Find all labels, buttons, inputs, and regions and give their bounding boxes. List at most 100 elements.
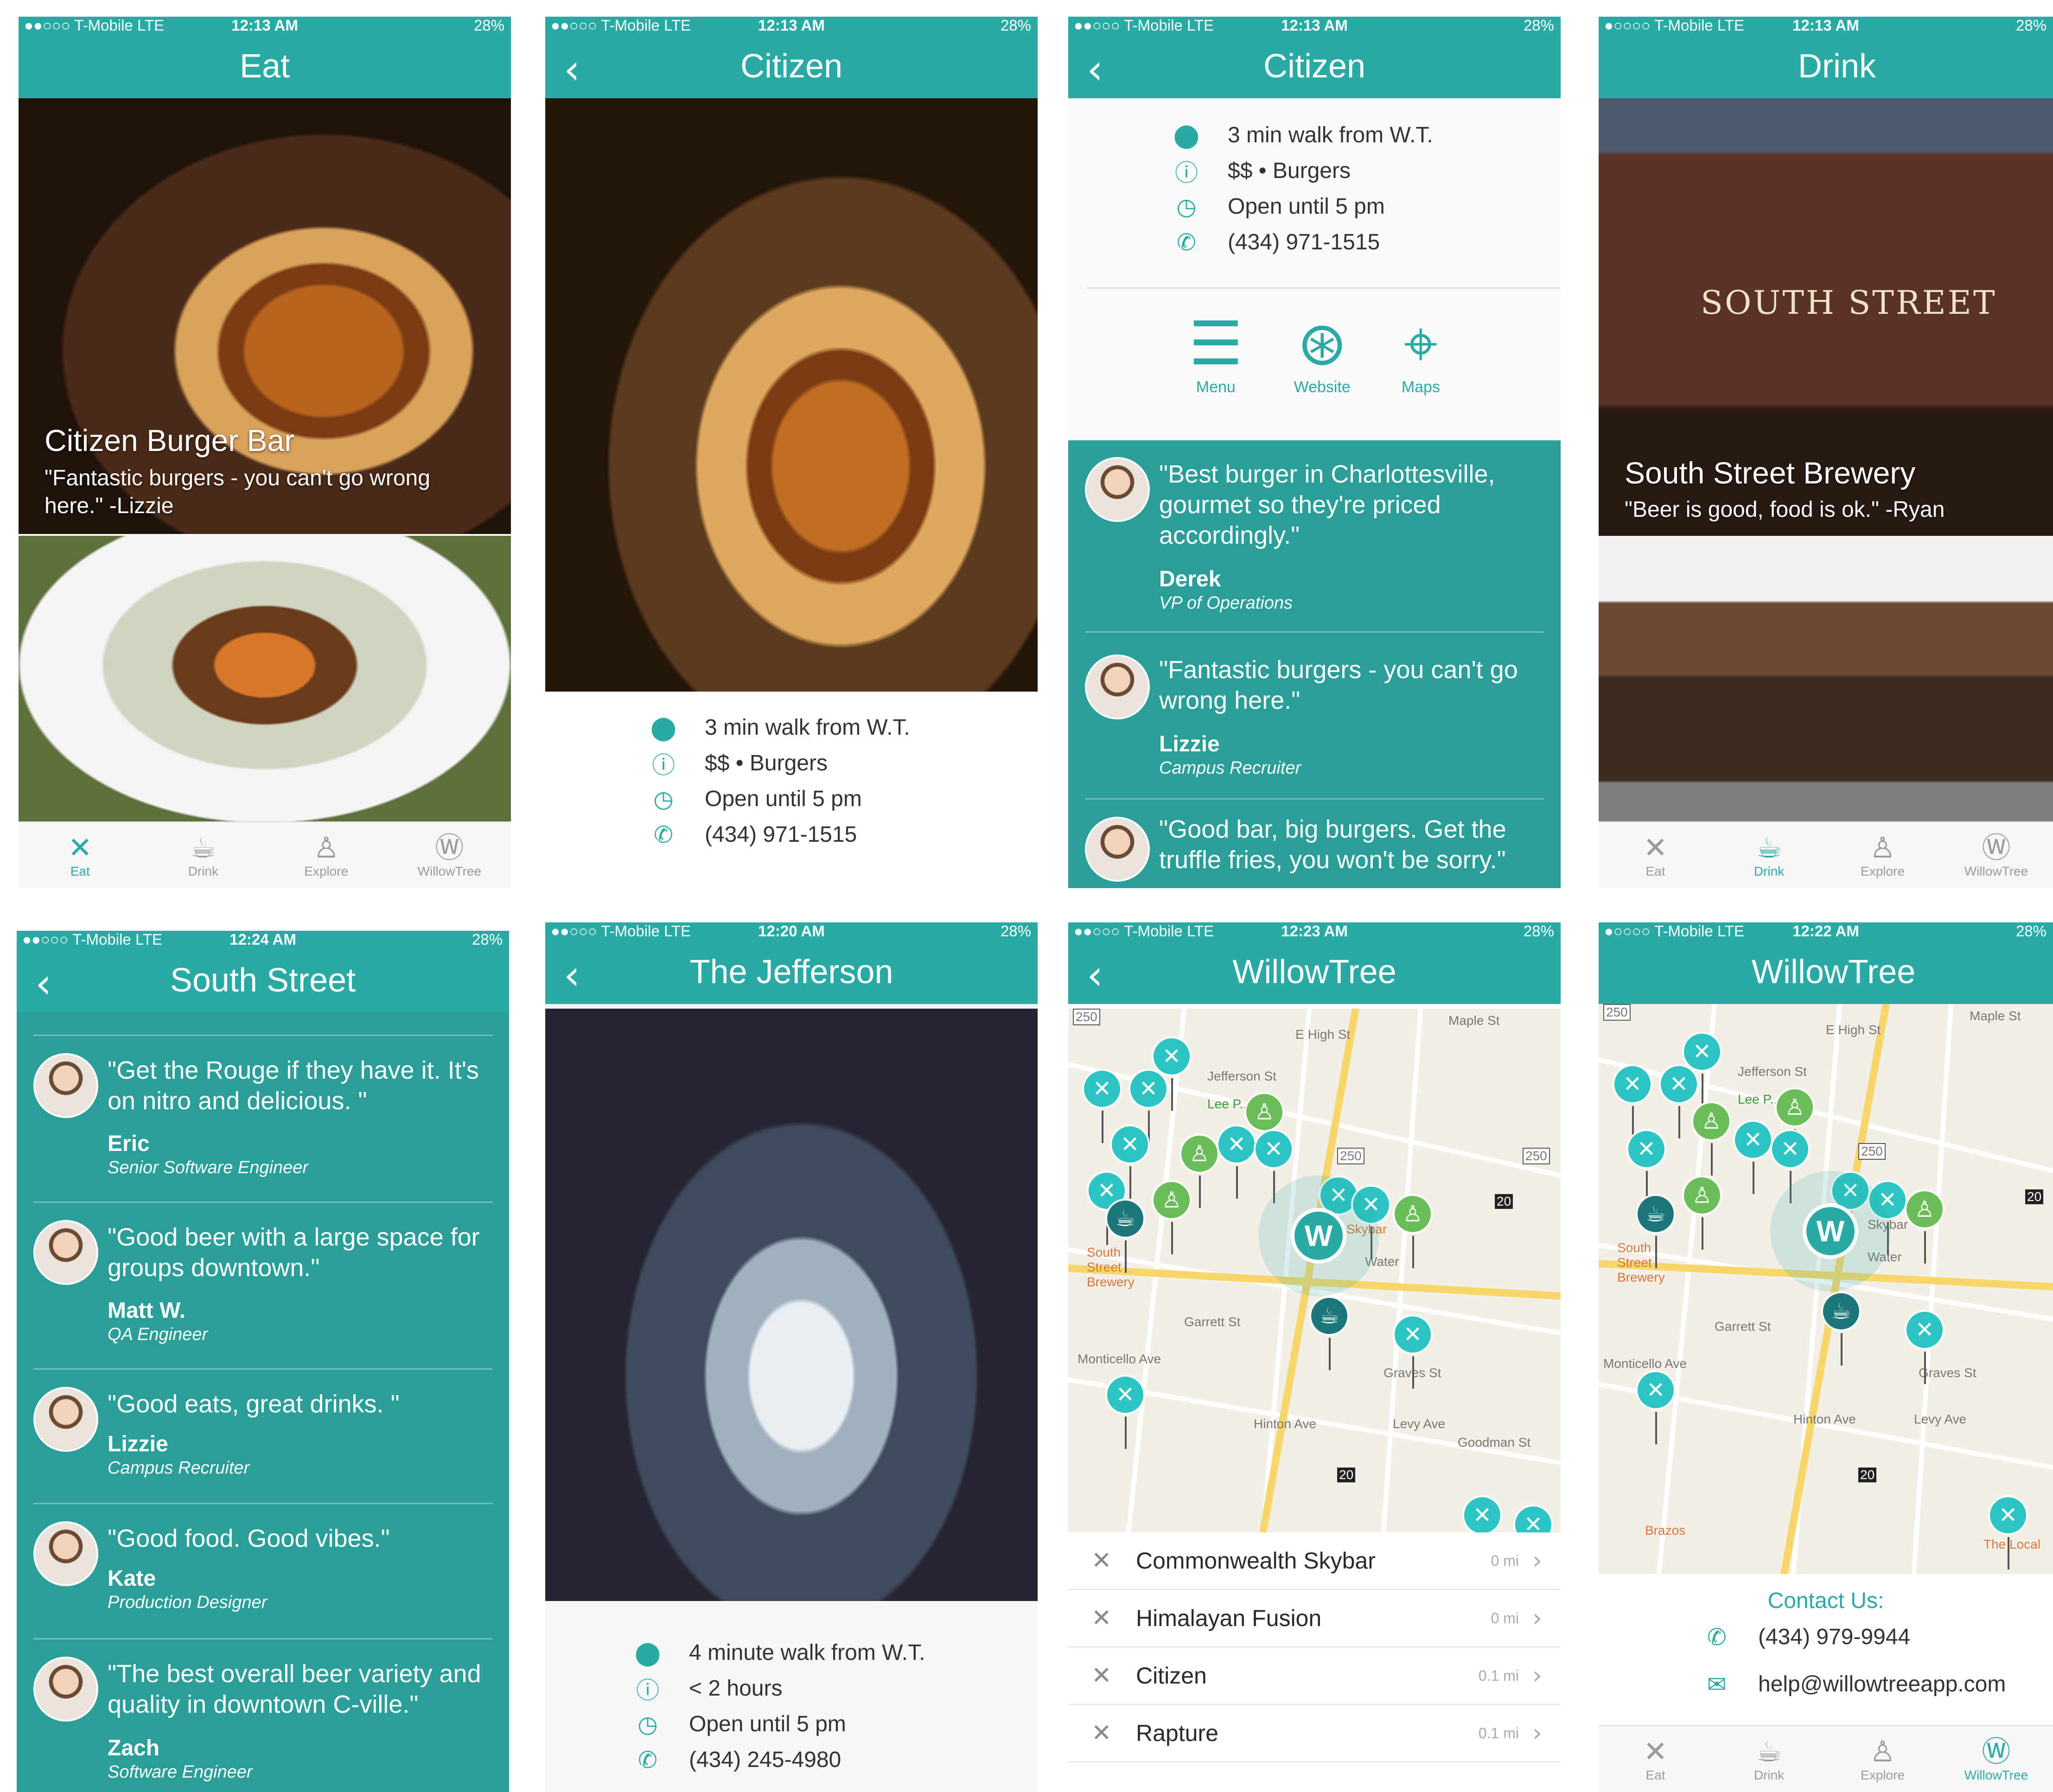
street-label: E High St <box>1295 1027 1351 1042</box>
tab-drink[interactable]: ☕ Drink <box>142 822 265 888</box>
tab-eat[interactable]: ✕ Eat <box>1599 1726 1712 1792</box>
page-title: WillowTree <box>1752 953 1916 991</box>
reviewer-name: Matt W. <box>108 1298 185 1323</box>
restaurant-pin[interactable]: ✕ <box>1988 1495 2028 1570</box>
contact-phone-row[interactable]: ✆ (434) 979-9944 <box>1705 1624 1910 1651</box>
reviews-list[interactable]: "Get the Rouge if they have it. It's on … <box>17 1012 509 1792</box>
restaurant-pin[interactable]: ✕ <box>1636 1370 1676 1444</box>
drink-pin[interactable]: ☕ <box>1309 1296 1349 1370</box>
brewery-photo[interactable]: SOUTH STREET South Street Brewery "Beer … <box>1599 98 2053 536</box>
restaurant-pin[interactable]: ✕ <box>1868 1180 1907 1254</box>
menu-button[interactable]: ☰ Menu <box>1189 309 1243 396</box>
willowtree-location-badge[interactable]: W <box>1803 1203 1858 1259</box>
restaurant-pin[interactable]: ✕ <box>1733 1120 1773 1194</box>
phone-number[interactable]: (434) 971-1515 <box>705 822 857 847</box>
restaurant-pin[interactable]: ✕ <box>1217 1125 1256 1199</box>
place-list-item[interactable]: ✕ Commonwealth Skybar 0 mi › <box>1068 1532 1561 1590</box>
website-button[interactable]: ⊛ Website <box>1294 309 1351 396</box>
restaurant-pin[interactable]: ✕ <box>1129 1069 1168 1143</box>
restaurant-pin[interactable]: ✕ <box>1105 1375 1145 1449</box>
explore-pin[interactable]: ♙ <box>1691 1101 1731 1176</box>
willowtree-logo-icon: Ⓦ <box>435 831 464 864</box>
route-shield: 250 <box>1603 1004 1631 1021</box>
map-view[interactable]: E High St Jefferson St Garrett St Montic… <box>1599 1004 2053 1574</box>
phone-row[interactable]: ✆ (434) 971-1515 <box>1175 229 1380 256</box>
explore-pin[interactable]: ♙ <box>1180 1134 1219 1208</box>
review-quote: "Best burger in Charlottesville, gourmet… <box>1159 460 1495 549</box>
reviewer-name: Kate <box>108 1566 156 1591</box>
tab-eat[interactable]: ✕ Eat <box>19 822 142 888</box>
back-chevron-icon[interactable]: ‹ <box>35 960 51 1007</box>
map-view[interactable]: E High St Jefferson St Garrett St Montic… <box>1068 1009 1561 1532</box>
street-label: Maple St <box>1970 1009 2021 1023</box>
tab-willowtree[interactable]: Ⓦ WillowTree <box>388 822 511 888</box>
tab-explore[interactable]: ♙ Explore <box>1826 1726 1939 1792</box>
restaurant-pin[interactable]: ✕ <box>1626 1129 1666 1203</box>
restaurant-pin[interactable]: ✕ <box>1659 1064 1699 1138</box>
drink-pin[interactable]: ☕ <box>1105 1199 1145 1273</box>
place-list-item[interactable]: ✕ Citizen 0.1 mi › <box>1068 1647 1561 1705</box>
restaurant-pin[interactable]: ✕ <box>1393 1315 1433 1389</box>
maps-button[interactable]: ⌖ Maps <box>1402 309 1440 396</box>
nav-bar: WillowTree <box>1599 940 2053 1004</box>
tab-label: Eat <box>1645 864 1665 878</box>
contact-email[interactable]: help@willowtreeapp.com <box>1758 1671 2006 1697</box>
explore-pin[interactable]: ♙ <box>1152 1180 1192 1254</box>
tab-willowtree[interactable]: Ⓦ WillowTree <box>1939 822 2053 888</box>
explore-pin[interactable]: ♙ <box>1244 1092 1284 1166</box>
back-chevron-icon[interactable]: ‹ <box>564 951 580 999</box>
restaurant-pin[interactable]: ✕ <box>1462 1495 1502 1532</box>
place-list-item[interactable]: ✕ Himalayan Fusion 0 mi › <box>1068 1590 1561 1647</box>
drink-pin[interactable]: ☕ <box>1636 1194 1676 1268</box>
place-list-item[interactable]: ✕ Rapture 0.1 mi › <box>1068 1705 1561 1762</box>
divider <box>33 1035 492 1036</box>
page-title: Eat <box>239 48 290 85</box>
contact-phone[interactable]: (434) 979-9944 <box>1758 1624 1910 1650</box>
tab-drink[interactable]: ☕ Drink <box>1712 1726 1826 1792</box>
tab-drink[interactable]: ☕ Drink <box>1712 822 1826 888</box>
restaurant-pin[interactable]: ✕ <box>1682 1032 1722 1106</box>
phone-number[interactable]: (434) 245-4980 <box>689 1747 841 1773</box>
restaurant-pin[interactable]: ✕ <box>1110 1125 1150 1199</box>
tab-label: Drink <box>1753 1768 1785 1782</box>
clock-icon: ◷ <box>653 785 674 813</box>
back-chevron-icon[interactable]: ‹ <box>564 45 580 93</box>
poi-label: South Street Brewery <box>1087 1245 1135 1289</box>
restaurant-pin[interactable]: ✕ <box>1254 1129 1294 1203</box>
battery-label: 28% <box>1523 17 1554 34</box>
tab-willowtree[interactable]: Ⓦ WillowTree <box>1939 1726 2053 1792</box>
tab-explore[interactable]: ♙ Explore <box>265 822 388 888</box>
contact-email-row[interactable]: ✉ help@willowtreeapp.com <box>1705 1671 2006 1698</box>
restaurant-pin[interactable]: ✕ <box>1613 1064 1652 1138</box>
explore-pin[interactable]: ♙ <box>1682 1176 1722 1250</box>
tab-explore[interactable]: ♙ Explore <box>1826 822 1939 888</box>
restaurant-pin[interactable]: ✕ <box>1905 1310 1945 1384</box>
place-name: Commonwealth Skybar <box>1136 1548 1376 1574</box>
restaurant-pin[interactable]: ✕ <box>1082 1069 1122 1143</box>
restaurant-pin[interactable]: ✕ <box>1351 1185 1391 1259</box>
back-chevron-icon[interactable]: ‹ <box>1087 951 1103 999</box>
phone-row[interactable]: ✆ (434) 245-4980 <box>636 1747 841 1773</box>
phone-row[interactable]: ✆ (434) 971-1515 <box>652 821 857 848</box>
avatar <box>33 1053 98 1118</box>
restaurant-pin[interactable]: ✕ <box>1770 1129 1810 1203</box>
building-photo[interactable] <box>1599 538 2053 823</box>
reviews-list[interactable]: "Best burger in Charlottesville, gourmet… <box>1068 440 1561 888</box>
explore-pin[interactable]: ♙ <box>1775 1087 1815 1162</box>
page-title: Drink <box>1798 48 1876 85</box>
phone-icon: ✆ <box>638 1746 657 1773</box>
explore-pin[interactable]: ♙ <box>1905 1189 1945 1264</box>
nav-bar: Eat <box>19 34 511 98</box>
clock-icon: ◷ <box>1176 193 1197 220</box>
burger-photo[interactable]: Citizen Burger Bar "Fantastic burgers - … <box>19 98 511 534</box>
back-chevron-icon[interactable]: ‹ <box>1087 45 1103 93</box>
route-shield: 250 <box>1073 1009 1100 1025</box>
willowtree-location-badge[interactable]: W <box>1291 1208 1346 1264</box>
hours-row: ◷ Open until 5 pm <box>636 1711 846 1738</box>
phone-number[interactable]: (434) 971-1515 <box>1228 229 1380 255</box>
explore-pin[interactable]: ♙ <box>1393 1194 1433 1268</box>
tab-eat[interactable]: ✕ Eat <box>1599 822 1712 888</box>
drink-pin[interactable]: ☕ <box>1821 1291 1861 1366</box>
restaurant-pin[interactable]: ✕ <box>1152 1036 1192 1111</box>
dish-photo[interactable] <box>19 536 511 823</box>
